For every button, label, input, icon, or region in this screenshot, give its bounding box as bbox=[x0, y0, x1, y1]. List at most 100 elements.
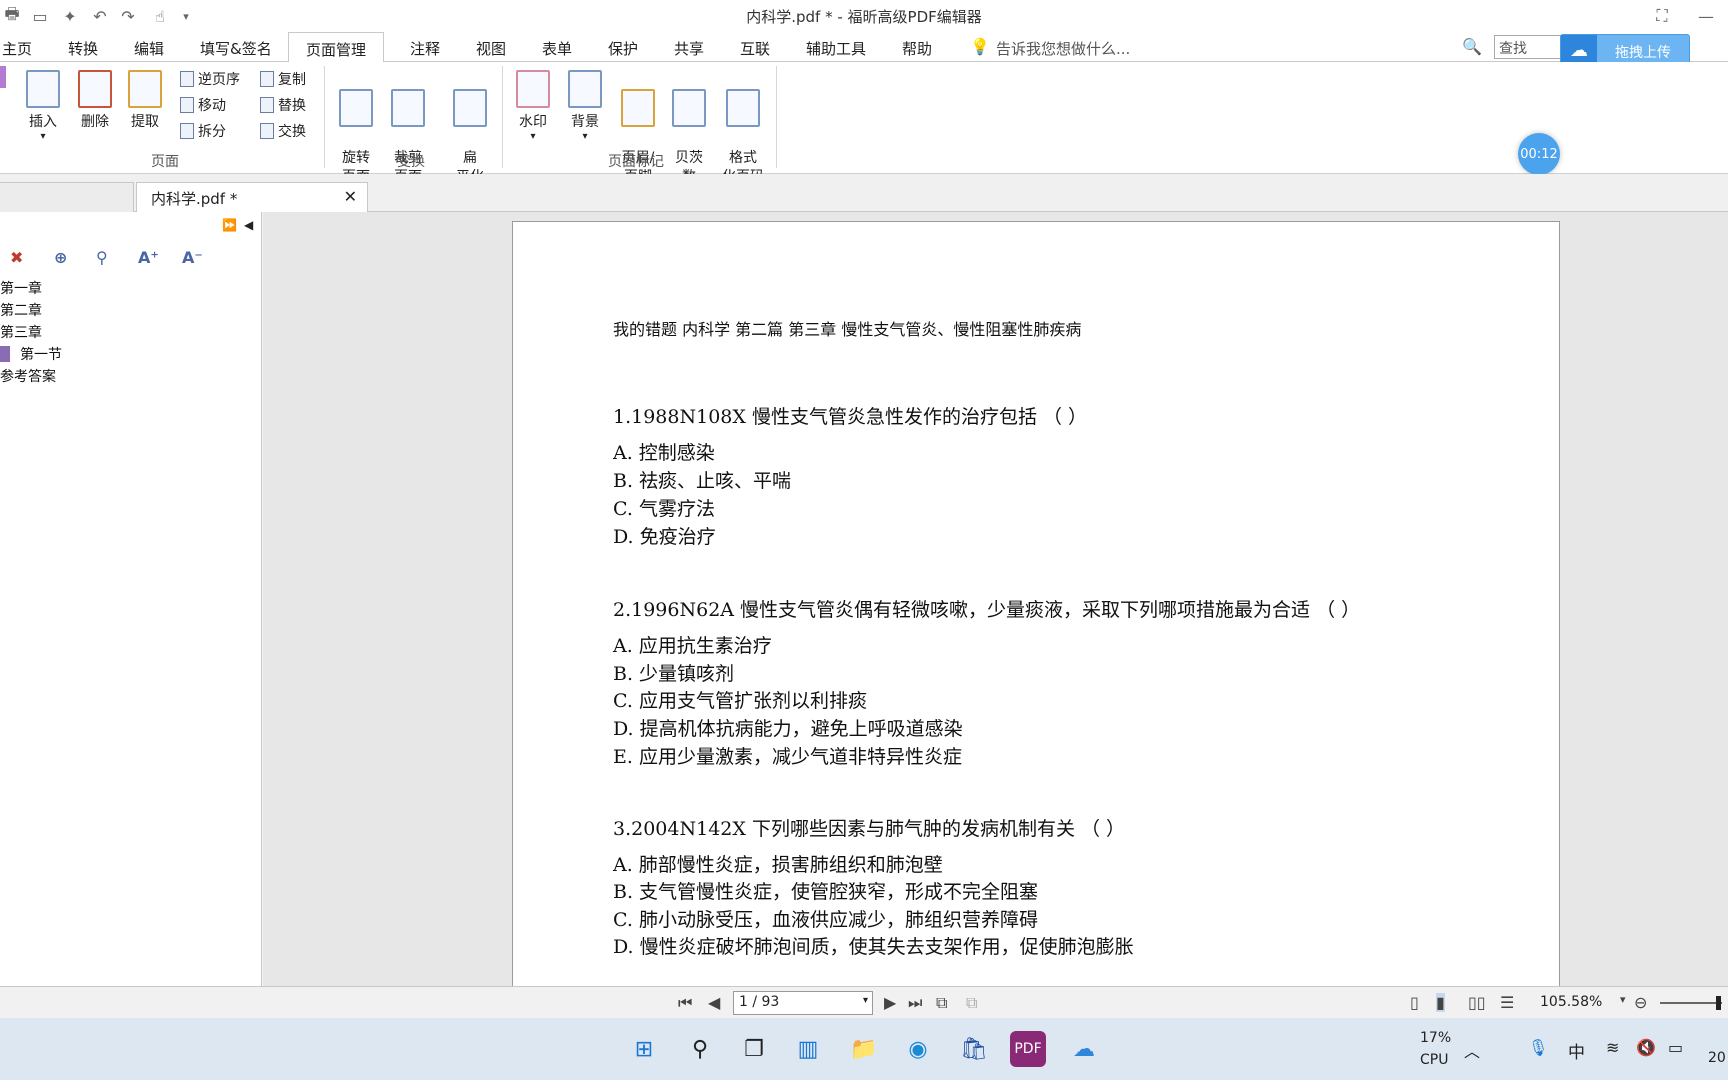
question-option: C. 应用支气管扩张剂以利排痰 bbox=[613, 690, 867, 712]
delete-bookmark-icon[interactable]: ✖ bbox=[10, 248, 32, 270]
replace-button[interactable]: 替换 bbox=[260, 95, 306, 115]
question-option: B. 支气管慢性炎症，使管腔狭窄，形成不完全阻塞 bbox=[613, 881, 1039, 903]
file-explorer-icon[interactable]: 📁 bbox=[846, 1031, 882, 1067]
baidu-netdisk-icon[interactable]: ☁ bbox=[1066, 1031, 1102, 1067]
foxit-pdf-icon[interactable]: PDF bbox=[1010, 1031, 1046, 1067]
prev-page-icon[interactable]: ◀ bbox=[708, 993, 720, 1012]
bookmark-item[interactable]: 参考答案 bbox=[0, 366, 56, 386]
expand-panel-icon[interactable]: ⏩ bbox=[222, 218, 237, 232]
watermark-label: 水印 bbox=[519, 114, 547, 130]
recording-timer[interactable]: 00:12 bbox=[1518, 133, 1560, 175]
bookmark-item[interactable]: 第一章 bbox=[0, 278, 42, 298]
reverse-order-icon bbox=[180, 71, 194, 87]
move-button[interactable]: 移动 bbox=[180, 95, 226, 115]
menu-accessibility[interactable]: 辅助工具 bbox=[806, 38, 866, 59]
menu-fill-sign[interactable]: 填写&签名 bbox=[200, 38, 272, 59]
tray-expand-icon[interactable]: ︿ bbox=[1464, 1038, 1480, 1062]
watermark-button[interactable]: 水印 ▾ bbox=[512, 70, 554, 142]
zoom-level[interactable]: 105.58% bbox=[1540, 994, 1602, 1010]
windows-start-icon[interactable]: ⊞ bbox=[626, 1031, 662, 1067]
cloud-icon: ☁ bbox=[1561, 35, 1597, 65]
page-dropdown-icon[interactable]: ▾ bbox=[863, 995, 868, 1006]
menu-connect[interactable]: 互联 bbox=[740, 38, 770, 59]
page-number-input[interactable]: 1 / 93 ▾ bbox=[733, 991, 873, 1015]
edge-browser-icon[interactable]: ◉ bbox=[900, 1031, 936, 1067]
bates-number-icon bbox=[672, 89, 706, 127]
menu-convert[interactable]: 转换 bbox=[68, 38, 98, 59]
question-option: B. 祛痰、止咳、平喘 bbox=[613, 470, 792, 492]
group-separator bbox=[324, 66, 325, 168]
insert-label: 插入 bbox=[29, 114, 57, 130]
find-bookmark-icon[interactable]: ⚲ bbox=[96, 248, 118, 270]
store-icon[interactable]: 🛍 bbox=[956, 1031, 992, 1067]
split-button[interactable]: 拆分 bbox=[180, 121, 226, 141]
copy-button[interactable]: 复制 bbox=[260, 69, 306, 89]
close-tab-icon[interactable]: ✕ bbox=[344, 187, 357, 206]
minimize-icon[interactable]: — bbox=[1696, 6, 1716, 26]
fullscreen-icon[interactable]: ⛶ bbox=[1652, 6, 1672, 26]
bookmark-item[interactable]: 第一节 bbox=[20, 344, 62, 364]
group-label-page-marks: 页面标记 bbox=[608, 154, 664, 170]
zoom-slider-handle[interactable] bbox=[1716, 996, 1721, 1010]
clock[interactable]: 20 bbox=[1708, 1050, 1726, 1066]
question-option: D. 提高机体抗病能力，避免上呼吸道感染 bbox=[613, 718, 963, 740]
background-dropdown-icon: ▾ bbox=[582, 131, 588, 142]
search-options-icon[interactable]: 🔍 bbox=[1462, 37, 1482, 56]
zoom-dropdown-icon[interactable]: ▾ bbox=[1620, 993, 1626, 1006]
reverse-order-button[interactable]: 逆页序 bbox=[180, 69, 240, 89]
increase-font-icon[interactable]: A⁺ bbox=[138, 248, 160, 270]
menu-form[interactable]: 表单 bbox=[542, 38, 572, 59]
search-icon[interactable]: ⚲ bbox=[682, 1031, 718, 1067]
battery-icon[interactable]: ▭ bbox=[1668, 1038, 1683, 1057]
crop-page-icon bbox=[391, 89, 425, 127]
add-bookmark-icon[interactable]: ⊕ bbox=[54, 248, 76, 270]
tab-document[interactable]: 内科学.pdf * ✕ bbox=[136, 182, 368, 212]
zoom-out-icon[interactable]: ⊖ bbox=[1634, 993, 1647, 1012]
decrease-font-icon[interactable]: A⁻ bbox=[182, 248, 204, 270]
ime-indicator[interactable]: 中 bbox=[1568, 1038, 1585, 1063]
menu-view[interactable]: 视图 bbox=[476, 38, 506, 59]
rotate-page-icon bbox=[339, 89, 373, 127]
background-icon bbox=[568, 70, 602, 108]
bookmark-item[interactable]: 第二章 bbox=[0, 300, 42, 320]
menu-protect[interactable]: 保护 bbox=[608, 38, 638, 59]
menu-help[interactable]: 帮助 bbox=[902, 38, 932, 59]
insert-button[interactable]: 插入 ▾ bbox=[22, 70, 64, 142]
bookmark-item[interactable]: 第三章 bbox=[0, 322, 42, 342]
document-viewport[interactable]: 我的错题 内科学 第二篇 第三章 慢性支气管炎、慢性阻塞性肺疾病 1.1988N… bbox=[263, 212, 1728, 986]
menu-edit[interactable]: 编辑 bbox=[134, 38, 164, 59]
tab-start[interactable] bbox=[0, 182, 134, 212]
menu-comment[interactable]: 注释 bbox=[410, 38, 440, 59]
question-option: A. 应用抗生素治疗 bbox=[613, 635, 772, 657]
wifi-icon[interactable]: ≋ bbox=[1606, 1038, 1619, 1057]
speaker-muted-icon[interactable]: 🔇 bbox=[1636, 1038, 1656, 1057]
zoom-slider[interactable] bbox=[1660, 1002, 1722, 1004]
microphone-icon[interactable]: 🎙 bbox=[1528, 1038, 1548, 1057]
next-page-icon[interactable]: ▶ bbox=[884, 993, 896, 1012]
group-label-pages: 页面 bbox=[151, 154, 179, 170]
background-button[interactable]: 背景 ▾ bbox=[564, 70, 606, 142]
first-page-icon[interactable]: ⏮ bbox=[678, 993, 692, 1013]
task-view-icon[interactable]: ❐ bbox=[736, 1031, 772, 1067]
last-page-icon[interactable]: ⏭ bbox=[908, 993, 922, 1013]
collapse-panel-icon[interactable]: ◀ bbox=[244, 218, 253, 232]
menu-page-management[interactable]: 页面管理 bbox=[288, 32, 385, 63]
copy-label: 复制 bbox=[278, 72, 306, 88]
menu-share[interactable]: 共享 bbox=[674, 38, 704, 59]
title-bar: 🖶 ▭ ✦ ↶ ↷ ☝ ▾ 内科学.pdf * - 福昕高级PDF编辑器 ⛶ — bbox=[0, 0, 1728, 32]
continuous-facing-icon[interactable]: ☰ bbox=[1500, 993, 1514, 1012]
previous-view-icon[interactable]: ⧉ bbox=[936, 993, 947, 1013]
continuous-page-icon[interactable]: ▮ bbox=[1436, 993, 1445, 1012]
menu-home[interactable]: 主页 bbox=[2, 38, 32, 59]
search-input[interactable]: 查找 bbox=[1494, 35, 1564, 59]
flatten-icon bbox=[453, 89, 487, 127]
extract-button[interactable]: 提取 bbox=[124, 70, 166, 131]
single-page-icon[interactable]: ▯ bbox=[1410, 993, 1419, 1012]
widgets-icon[interactable]: ▥ bbox=[790, 1031, 826, 1067]
delete-button[interactable]: 删除 bbox=[74, 70, 116, 131]
facing-page-icon[interactable]: ▯▯ bbox=[1468, 993, 1486, 1012]
tell-me-input[interactable]: 告诉我您想做什么... bbox=[996, 38, 1130, 59]
swap-button[interactable]: 交换 bbox=[260, 121, 306, 141]
next-view-icon[interactable]: ⧉ bbox=[966, 993, 977, 1013]
cpu-usage-label: CPU bbox=[1420, 1052, 1449, 1068]
